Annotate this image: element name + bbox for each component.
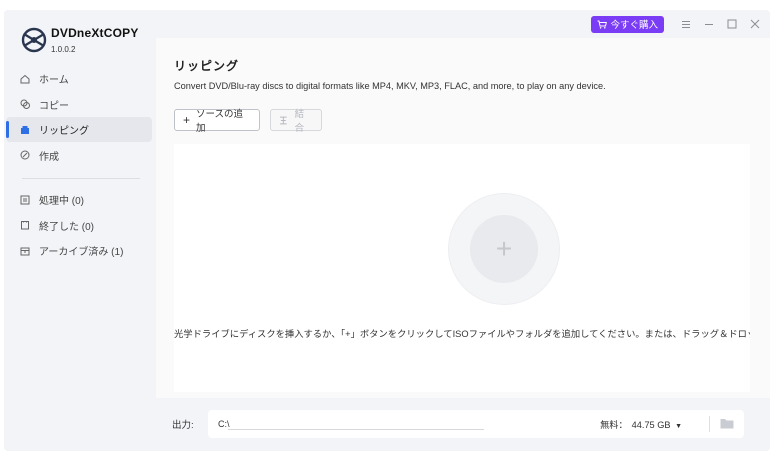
copy-icon [20, 99, 30, 109]
queue-nav: 処理中 (0) 終了した (0) アーカイブ済み (1) [6, 187, 152, 264]
sidebar-item-copy[interactable]: コピー [6, 92, 152, 117]
archive-icon [20, 246, 30, 256]
sidebar-item-processing[interactable]: 処理中 (0) [6, 187, 152, 212]
sidebar-item-label: 処理中 (0) [39, 196, 84, 207]
plus-icon: + [183, 113, 191, 127]
sidebar-item-ripping[interactable]: リッピング [6, 117, 152, 142]
menu-button[interactable] [674, 14, 697, 34]
drop-zone[interactable]: + 光学ドライブにディスクを挿入するか、「+」ボタンをクリックしてISOファイル… [174, 144, 750, 392]
page-description: Convert DVD/Blu-ray discs to digital for… [174, 81, 606, 91]
folder-icon[interactable] [720, 418, 734, 429]
maximize-icon [727, 19, 736, 29]
sidebar-item-create[interactable]: 作成 [6, 143, 152, 168]
sidebar-divider [22, 178, 140, 179]
free-space-value: 44.75 GB [631, 420, 671, 430]
drop-hint: 光学ドライブにディスクを挿入するか、「+」ボタンをクリックしてISOファイルやフ… [174, 329, 750, 339]
cart-icon [597, 20, 608, 29]
buy-now-label: 今すぐ購入 [610, 20, 658, 31]
create-icon [20, 150, 30, 160]
buy-now-button[interactable]: 今すぐ購入 [591, 15, 664, 33]
close-icon [750, 19, 759, 29]
main-nav: ホーム コピー リッピング 作成 [6, 66, 152, 168]
output-path-field[interactable]: C:\ 無料： 44.75 GB ▼ [208, 410, 744, 438]
output-path-underline [228, 429, 484, 430]
sidebar-item-label: アーカイブ済み (1) [39, 247, 124, 258]
output-path[interactable]: C:\ [218, 419, 230, 429]
sidebar-item-label: 終了した (0) [39, 221, 94, 233]
home-icon [20, 74, 30, 84]
sidebar-item-label: リッピング [39, 126, 89, 137]
sidebar-item-label: ホーム [39, 75, 69, 86]
free-space-label: 無料： [600, 420, 628, 430]
merge-label: 結合 [294, 109, 305, 134]
sidebar-item-home[interactable]: ホーム [6, 66, 152, 91]
merge-icon [279, 116, 287, 124]
finished-icon [20, 220, 30, 230]
logo-icon [21, 27, 47, 53]
ripping-icon [20, 125, 30, 135]
app-name: DVDneXtCOPY [51, 26, 139, 40]
minimize-button[interactable] [697, 14, 720, 34]
processing-icon [20, 195, 30, 205]
free-space[interactable]: 無料： 44.75 GB ▼ [600, 417, 682, 431]
add-source-button[interactable]: + ソースの追加 [174, 109, 260, 134]
minimize-icon [704, 23, 713, 25]
chevron-down-icon: ▼ [675, 423, 682, 430]
sidebar-item-archived[interactable]: アーカイブ済み (1) [6, 238, 152, 263]
page-title: リッピング [174, 59, 240, 73]
output-bar: 出力: C:\ 無料： 44.75 GB ▼ [172, 409, 756, 439]
output-divider [709, 416, 710, 432]
title-bar: 今すぐ購入 [591, 10, 770, 38]
output-label: 出力: [172, 420, 194, 431]
sidebar: DVDneXtCOPY 1.0.0.2 ホーム コピー リッピング 作成 処理中… [4, 10, 156, 451]
merge-button[interactable]: 結合 [270, 109, 322, 134]
add-plus-icon: + [495, 233, 513, 264]
add-file-inner: + [470, 215, 538, 283]
sidebar-item-label: 作成 [39, 151, 59, 163]
app-logo: DVDneXtCOPY 1.0.0.2 [21, 26, 139, 54]
add-source-label: ソースの追加 [196, 109, 244, 134]
maximize-button[interactable] [720, 14, 743, 34]
main-panel: 今すぐ購入 リッピング Convert DVD/Blu-ray discs to… [156, 10, 770, 451]
sidebar-item-finished[interactable]: 終了した (0) [6, 213, 152, 238]
add-file-button[interactable]: + [449, 194, 559, 304]
hamburger-icon [681, 20, 690, 28]
app-version: 1.0.0.2 [51, 45, 76, 54]
app-window: DVDneXtCOPY 1.0.0.2 ホーム コピー リッピング 作成 処理中… [4, 10, 770, 451]
close-button[interactable] [743, 14, 766, 34]
sidebar-item-label: コピー [39, 100, 69, 112]
